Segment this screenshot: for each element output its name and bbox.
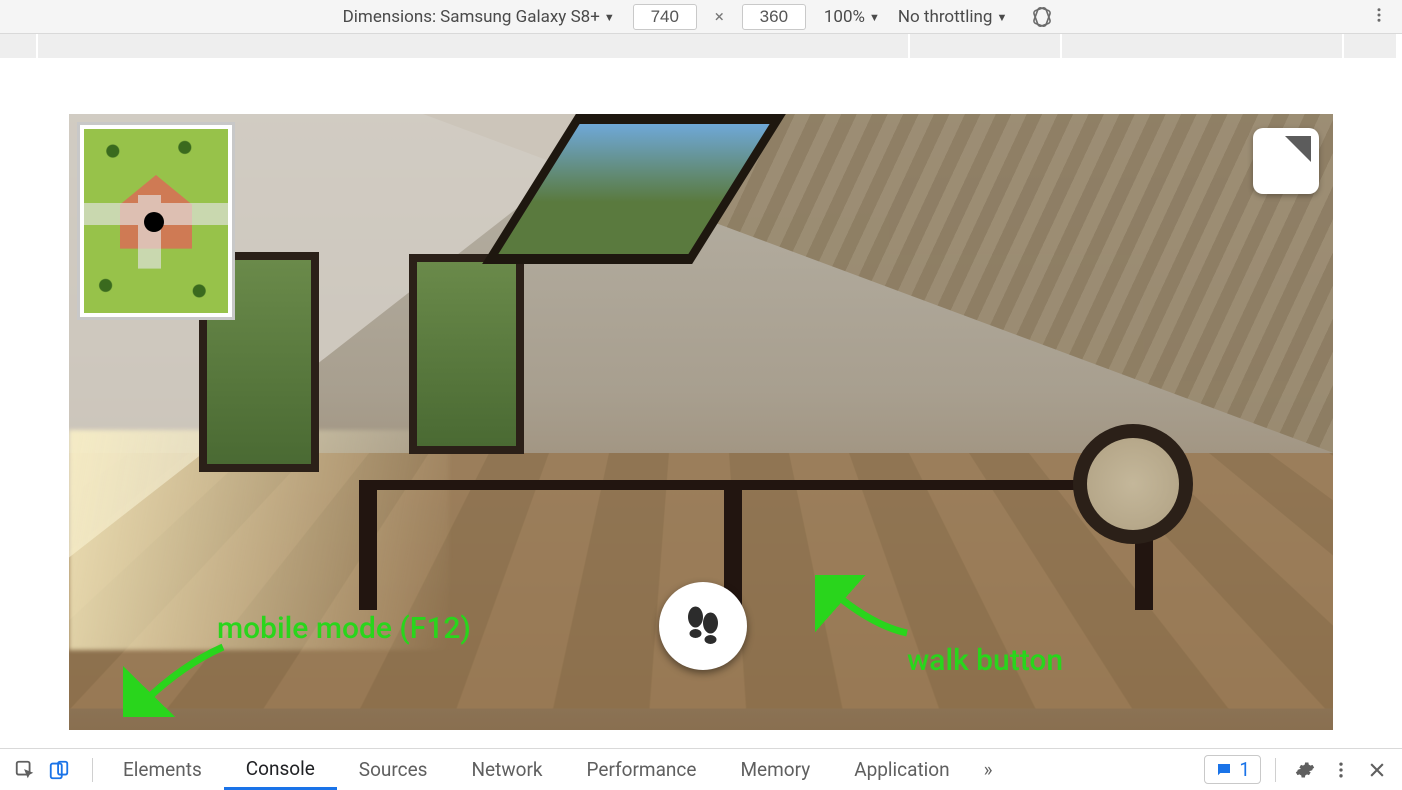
- footsteps-icon: [679, 602, 727, 650]
- rotate-icon[interactable]: [1025, 1, 1059, 33]
- tab-stub[interactable]: [1062, 34, 1342, 58]
- railing: [359, 480, 1153, 610]
- size-separator: ×: [715, 7, 724, 27]
- tab-strip: [0, 34, 1402, 58]
- devtools-tabs: Elements Console Sources Network Perform…: [101, 749, 1005, 790]
- chevron-down-icon: ▼: [604, 11, 615, 24]
- dimensions-label: Dimensions:: [343, 7, 436, 27]
- device-name: Samsung Galaxy S8+: [440, 7, 600, 27]
- tab-stub[interactable]: [910, 34, 1060, 58]
- more-tabs-icon[interactable]: »: [972, 749, 1005, 790]
- issues-count: 1: [1239, 758, 1250, 781]
- height-input[interactable]: [742, 4, 806, 30]
- walk-button[interactable]: [659, 582, 747, 670]
- throttling-value: No throttling: [898, 7, 993, 27]
- width-input[interactable]: [633, 4, 697, 30]
- issue-icon: [1215, 761, 1233, 779]
- issues-chip[interactable]: 1: [1204, 755, 1261, 784]
- stage: mobile mode (F12) walk button: [0, 58, 1402, 748]
- tab-stub[interactable]: [1344, 34, 1396, 58]
- separator: [1275, 758, 1276, 782]
- dimensions-dropdown[interactable]: Dimensions: Samsung Galaxy S8+ ▼: [343, 7, 615, 27]
- tab-application[interactable]: Application: [832, 749, 971, 790]
- tab-sources[interactable]: Sources: [337, 749, 450, 790]
- minimap[interactable]: [77, 122, 235, 320]
- render-viewport[interactable]: mobile mode (F12) walk button: [69, 114, 1333, 730]
- devtools-panel: Elements Console Sources Network Perform…: [0, 748, 1402, 790]
- separator: [92, 758, 93, 782]
- device-toolbar: Dimensions: Samsung Galaxy S8+ ▼ × 100% …: [0, 0, 1402, 34]
- chevron-down-icon: ▼: [996, 11, 1007, 24]
- inspect-element-icon[interactable]: [8, 754, 42, 786]
- tab-performance[interactable]: Performance: [565, 749, 719, 790]
- window: [409, 254, 524, 454]
- tab-elements[interactable]: Elements: [101, 749, 224, 790]
- tab-network[interactable]: Network: [449, 749, 564, 790]
- close-devtools-icon[interactable]: [1362, 755, 1392, 785]
- tab-stub[interactable]: [0, 34, 36, 58]
- tab-memory[interactable]: Memory: [718, 749, 832, 790]
- view-cube[interactable]: [1253, 128, 1319, 194]
- zoom-dropdown[interactable]: 100% ▼: [824, 7, 880, 27]
- chevron-down-icon: ▼: [869, 11, 880, 24]
- settings-icon[interactable]: [1290, 755, 1320, 785]
- toggle-device-toolbar-icon[interactable]: [42, 754, 76, 786]
- kebab-menu-icon[interactable]: [1326, 755, 1356, 785]
- tab-console[interactable]: Console: [224, 749, 337, 790]
- more-options-icon[interactable]: [1370, 6, 1388, 29]
- throttling-dropdown[interactable]: No throttling ▼: [898, 7, 1007, 27]
- tab-stub[interactable]: [38, 34, 908, 58]
- zoom-value: 100%: [824, 7, 865, 27]
- round-window: [1073, 424, 1193, 544]
